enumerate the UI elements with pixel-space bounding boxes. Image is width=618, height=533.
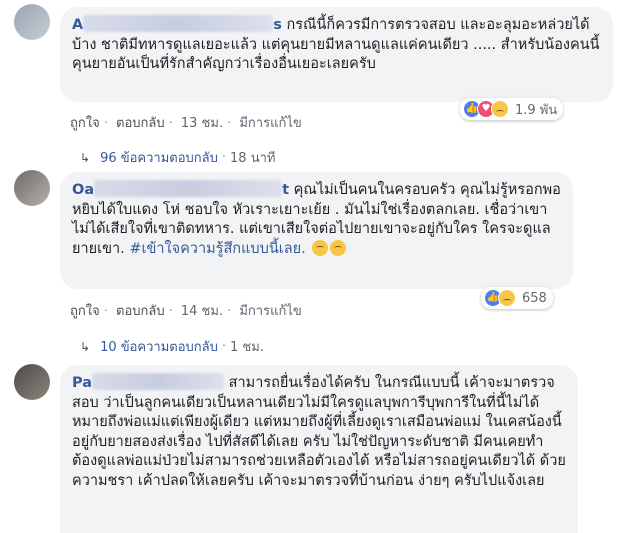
commenter-avatar[interactable]: [14, 364, 50, 400]
replies-time: 18 นาที: [230, 151, 276, 166]
commenter-avatar[interactable]: [14, 4, 50, 40]
comment-time[interactable]: 13 ชม.: [181, 116, 223, 131]
reply-link[interactable]: ตอบกลับ: [116, 304, 165, 319]
reply-link[interactable]: ตอบกลับ: [116, 116, 165, 131]
comment-bubble: As กรณีนี้ก็ควรมีการตรวจสอบ และอะลุมอะหล…: [60, 7, 613, 102]
comment-author[interactable]: Oa t: [72, 180, 289, 198]
reply-arrow-icon: ↳: [80, 339, 91, 354]
edited-label[interactable]: มีการแก้ไข: [239, 304, 301, 319]
comment-author[interactable]: Pa: [72, 373, 225, 391]
reply-arrow-icon: ↳: [80, 150, 91, 165]
like-link[interactable]: ถูกใจ: [70, 304, 100, 319]
crying-emoji-icon: [330, 239, 347, 256]
hashtag-link[interactable]: #เข้าใจความรู้สึกแบบนี้เลย.: [129, 241, 305, 257]
comment-bubble: Oa t คุณไม่เป็นคนในครอบครัว คุณไม่รู้หรอก…: [60, 172, 573, 289]
edited-label[interactable]: มีการแก้ไข: [239, 116, 301, 131]
reaction-count: 1.9 พัน: [515, 102, 558, 118]
sad-icon: [491, 100, 509, 118]
view-replies-link[interactable]: ↳ 96 ข้อความตอบกลับ · 18 นาที: [80, 147, 275, 168]
sad-icon: [498, 289, 516, 307]
redacted-name: [94, 180, 283, 197]
reaction-summary[interactable]: 👍 658: [481, 287, 553, 309]
replies-count[interactable]: 10 ข้อความตอบกลับ: [100, 336, 218, 357]
replies-time: 1 ชม.: [230, 340, 264, 355]
commenter-avatar[interactable]: [14, 170, 50, 206]
redacted-name: [92, 373, 225, 390]
comment-bubble: Pa สามารถยื่นเรื่องได้ครับ ในกรณีแบบนี้ …: [60, 365, 578, 533]
view-replies-link[interactable]: ↳ 10 ข้อความตอบกลับ · 1 ชม.: [80, 336, 264, 357]
reaction-summary[interactable]: 👍 ♥ 1.9 พัน: [460, 98, 564, 120]
crying-emoji-icon: [312, 239, 329, 256]
reaction-count: 658: [522, 290, 547, 306]
like-link[interactable]: ถูกใจ: [70, 116, 100, 131]
comment-author[interactable]: As: [72, 15, 282, 33]
redacted-name: [83, 15, 274, 32]
replies-count[interactable]: 96 ข้อความตอบกลับ: [100, 147, 218, 168]
comment-time[interactable]: 14 ชม.: [181, 304, 223, 319]
comment-text: สามารถยื่นเรื่องได้ครับ ในกรณีแบบนี้ เค้…: [72, 375, 566, 489]
comment-actions: ถูกใจ · ตอบกลับ · 14 ชม. · มีการแก้ไข: [70, 304, 302, 319]
comment-actions: ถูกใจ · ตอบกลับ · 13 ชม. · มีการแก้ไข: [70, 116, 302, 131]
